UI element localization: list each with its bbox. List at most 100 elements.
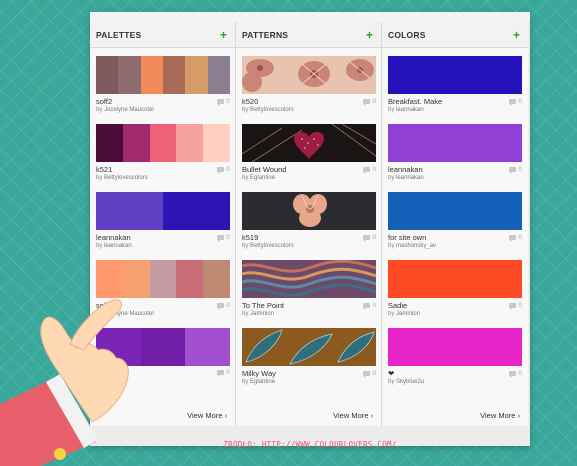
palette-byline: by Bettylovescolors xyxy=(96,175,230,181)
pattern-thumbnail-gray-flower[interactable] xyxy=(242,192,376,230)
comment-count: 0 xyxy=(363,166,376,174)
pattern-thumbnail-waves[interactable] xyxy=(242,260,376,298)
author-link[interactable]: leannakan xyxy=(104,243,132,249)
color-name[interactable]: Breakfast. Make xyxy=(388,97,442,106)
palette-swatch[interactable] xyxy=(96,56,230,94)
comment-count-value: 0 xyxy=(226,234,230,241)
author-link[interactable]: leannakan xyxy=(396,175,424,181)
colors-view-more-link[interactable]: View More › xyxy=(480,411,520,420)
palettes-header: PALETTES + xyxy=(90,22,235,48)
comment-count: 0 xyxy=(509,302,522,310)
color-item-3[interactable]: for site own 0 by mashonsky_av xyxy=(388,192,522,249)
comment-count-value: 0 xyxy=(226,166,230,173)
author-link[interactable]: leannakan xyxy=(396,107,424,113)
author-link[interactable]: Bettylovescolors xyxy=(250,107,294,113)
pattern-name[interactable]: k519 xyxy=(242,233,258,242)
color-item-2[interactable]: leannakan 0 by leannakan xyxy=(388,124,522,181)
palette-name[interactable]: leannakan xyxy=(96,233,131,242)
palette-swatch[interactable] xyxy=(96,260,230,298)
palette-color-block xyxy=(96,260,123,298)
color-byline: by Skyblue2u xyxy=(388,379,522,385)
palette-byline: by leannakan xyxy=(96,243,230,249)
palette-name[interactable]: k521 xyxy=(96,165,112,174)
palettes-column: PALETTES + soff2 0 by Jocelyne Maucotel … xyxy=(90,22,236,426)
palettes-view-more-link[interactable]: View More › xyxy=(187,411,227,420)
byline-prefix: by xyxy=(242,175,249,181)
color-swatch[interactable] xyxy=(388,328,522,366)
comment-bubble-icon xyxy=(363,99,371,106)
palette-item-1[interactable]: soff2 0 by Jocelyne Maucotel xyxy=(96,56,230,113)
author-link[interactable]: Eglantine xyxy=(250,175,275,181)
add-color-plus-icon[interactable]: + xyxy=(513,29,520,41)
color-name[interactable]: for site own xyxy=(388,233,426,242)
palette-color-block xyxy=(203,124,230,162)
color-name[interactable]: leannakan xyxy=(388,165,423,174)
pattern-item-2[interactable]: Bullet Wound 0 by Eglantine xyxy=(242,124,376,181)
comment-count-value: 0 xyxy=(372,234,376,241)
comment-bubble-icon xyxy=(217,303,225,310)
comment-count: 0 xyxy=(217,98,230,106)
pattern-name[interactable]: Milky Way xyxy=(242,369,276,378)
comment-count: 0 xyxy=(217,234,230,242)
comment-count-value: 0 xyxy=(518,166,522,173)
add-palette-plus-icon[interactable]: + xyxy=(220,29,227,41)
palette-item-5[interactable]: 0 by xyxy=(96,328,230,383)
pattern-item-3[interactable]: k519 0 by Bettylovescolors xyxy=(242,192,376,249)
comment-count: 0 xyxy=(217,369,230,377)
palette-item-3[interactable]: leannakan 0 by leannakan xyxy=(96,192,230,249)
color-name[interactable]: Sadie xyxy=(388,301,407,310)
palette-swatch[interactable] xyxy=(96,192,230,230)
palette-item-2[interactable]: k521 0 by Bettylovescolors xyxy=(96,124,230,181)
pattern-item-1[interactable]: k520 0 by Bettylovescolors xyxy=(242,56,376,113)
author-link[interactable]: mashonsky_av xyxy=(396,243,436,249)
author-link[interactable]: Jaminion xyxy=(250,311,274,317)
pattern-name[interactable]: To The Point xyxy=(242,301,284,310)
palette-color-block xyxy=(163,192,230,230)
author-link[interactable]: Jocelyne Maucotel xyxy=(104,107,154,113)
comment-count-value: 0 xyxy=(372,98,376,105)
pattern-name[interactable]: Bullet Wound xyxy=(242,165,286,174)
color-item-1[interactable]: Breakfast. Make 0 by leannakan xyxy=(388,56,522,113)
byline-prefix: by xyxy=(388,107,395,113)
color-swatch[interactable] xyxy=(388,260,522,298)
color-name[interactable]: ❤ xyxy=(388,369,394,378)
author-link[interactable]: Eglantine xyxy=(250,379,275,385)
pattern-thumbnail-floral[interactable] xyxy=(242,56,376,94)
palette-color-block xyxy=(176,260,204,298)
sleeve xyxy=(0,374,98,466)
palette-swatch[interactable] xyxy=(96,328,230,366)
author-link[interactable]: Bettylovescolors xyxy=(250,243,294,249)
author-link[interactable]: Skyblue2u xyxy=(396,379,424,385)
palette-name[interactable]: soff2 xyxy=(96,97,112,106)
byline-prefix: by xyxy=(242,311,249,317)
byline-prefix: by xyxy=(96,107,103,113)
pattern-item-4[interactable]: To The Point 0 by Jaminion xyxy=(242,260,376,317)
color-swatch[interactable] xyxy=(388,192,522,230)
color-swatch[interactable] xyxy=(388,124,522,162)
pattern-thumbnail-dark-heart[interactable] xyxy=(242,124,376,162)
author-link[interactable]: Jaminion xyxy=(396,311,420,317)
comment-bubble-icon xyxy=(509,235,517,242)
pattern-name[interactable]: k520 xyxy=(242,97,258,106)
color-item-4[interactable]: Sadie 0 by Jaminion xyxy=(388,260,522,317)
pattern-thumbnail-leaves[interactable] xyxy=(242,328,376,366)
color-swatch[interactable] xyxy=(388,56,522,94)
palette-color-block xyxy=(140,328,186,366)
palette-name[interactable]: soff xyxy=(96,301,108,310)
palette-color-block xyxy=(122,260,150,298)
patterns-view-more-link[interactable]: View More › xyxy=(333,411,373,420)
pattern-item-5[interactable]: Milky Way 0 by Eglantine xyxy=(242,328,376,385)
color-byline: by leannakan xyxy=(388,107,522,113)
comment-bubble-icon xyxy=(509,167,517,174)
comment-count: 0 xyxy=(363,302,376,310)
byline-prefix: by xyxy=(242,379,249,385)
author-link[interactable]: Jocelyne Maucotel xyxy=(104,311,154,317)
palette-item-4[interactable]: soff 0 by Jocelyne Maucotel xyxy=(96,260,230,317)
author-link[interactable]: Bettylovescolors xyxy=(104,175,148,181)
comment-count: 0 xyxy=(509,166,522,174)
palette-swatch[interactable] xyxy=(96,124,230,162)
color-item-5[interactable]: ❤ 0 by Skyblue2u xyxy=(388,328,522,385)
comment-bubble-icon xyxy=(217,167,225,174)
comment-bubble-icon xyxy=(217,370,225,377)
add-pattern-plus-icon[interactable]: + xyxy=(366,29,373,41)
